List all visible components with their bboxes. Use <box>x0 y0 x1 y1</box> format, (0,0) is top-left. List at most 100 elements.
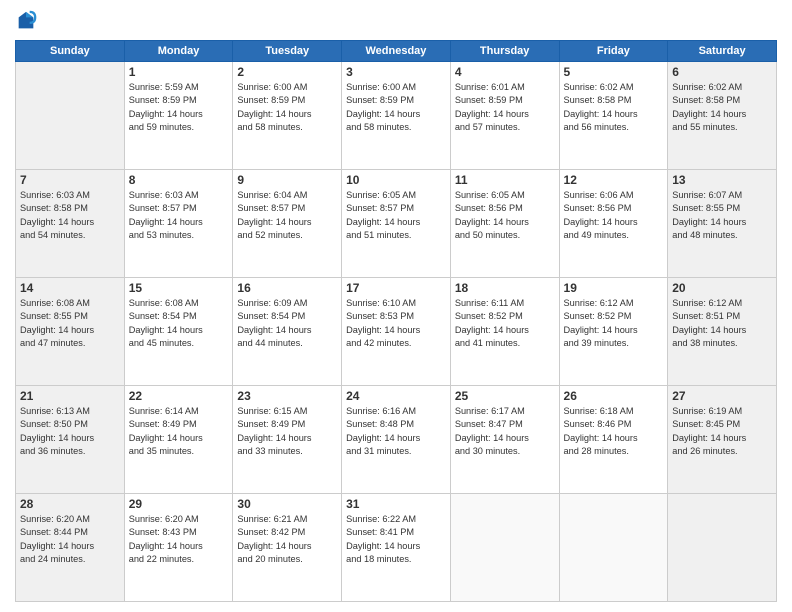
day-number: 29 <box>129 497 229 511</box>
calendar-cell: 17 Sunrise: 6:10 AMSunset: 8:53 PMDayligh… <box>342 278 451 386</box>
logo-icon <box>15 10 37 32</box>
day-info: Sunrise: 6:00 AMSunset: 8:59 PMDaylight:… <box>237 81 337 134</box>
day-number: 1 <box>129 65 229 79</box>
day-number: 16 <box>237 281 337 295</box>
day-number: 15 <box>129 281 229 295</box>
calendar-cell: 5 Sunrise: 6:02 AMSunset: 8:58 PMDaylight… <box>559 62 668 170</box>
day-info: Sunrise: 6:22 AMSunset: 8:41 PMDaylight:… <box>346 513 446 566</box>
calendar-cell: 25Sunrise: 6:17 AMSunset: 8:47 PMDayligh… <box>450 386 559 494</box>
day-header-monday: Monday <box>124 41 233 62</box>
calendar-cell: 16 Sunrise: 6:09 AMSunset: 8:54 PMDayligh… <box>233 278 342 386</box>
day-info: Sunrise: 6:21 AMSunset: 8:42 PMDaylight:… <box>237 513 337 566</box>
day-info: Sunrise: 6:01 AMSunset: 8:59 PMDaylight:… <box>455 81 555 134</box>
day-header-row: SundayMondayTuesdayWednesdayThursdayFrid… <box>16 41 777 62</box>
calendar-cell: 22 Sunrise: 6:14 AMSunset: 8:49 PMDayligh… <box>124 386 233 494</box>
calendar-cell: 3 Sunrise: 6:00 AMSunset: 8:59 PMDaylight… <box>342 62 451 170</box>
day-info: Sunrise: 6:19 AMSunset: 8:45 PMDaylight:… <box>672 405 772 458</box>
day-info: Sunrise: 6:16 AMSunset: 8:48 PMDaylight:… <box>346 405 446 458</box>
day-info: Sunrise: 6:02 AMSunset: 8:58 PMDaylight:… <box>564 81 664 134</box>
day-info: Sunrise: 6:06 AMSunset: 8:56 PMDaylight:… <box>564 189 664 242</box>
calendar-cell: 12 Sunrise: 6:06 AMSunset: 8:56 PMDayligh… <box>559 170 668 278</box>
calendar-cell: 7Sunrise: 6:03 AMSunset: 8:58 PMDaylight… <box>16 170 125 278</box>
day-info: Sunrise: 6:07 AMSunset: 8:55 PMDaylight:… <box>672 189 772 242</box>
day-header-wednesday: Wednesday <box>342 41 451 62</box>
day-number: 19 <box>564 281 664 295</box>
day-info: Sunrise: 6:10 AMSunset: 8:53 PMDaylight:… <box>346 297 446 350</box>
calendar-cell: 28 Sunrise: 6:20 AMSunset: 8:44 PMDayligh… <box>16 494 125 602</box>
day-number: 30 <box>237 497 337 511</box>
day-number: 7 <box>20 173 120 187</box>
day-number: 28 <box>20 497 120 511</box>
week-row-1: 7Sunrise: 6:03 AMSunset: 8:58 PMDaylight… <box>16 170 777 278</box>
calendar-table: SundayMondayTuesdayWednesdayThursdayFrid… <box>15 40 777 602</box>
day-number: 4 <box>455 65 555 79</box>
day-number: 23 <box>237 389 337 403</box>
day-info: Sunrise: 6:12 AMSunset: 8:52 PMDaylight:… <box>564 297 664 350</box>
week-row-0: 1 Sunrise: 5:59 AMSunset: 8:59 PMDaylight… <box>16 62 777 170</box>
calendar-cell: 8 Sunrise: 6:03 AMSunset: 8:57 PMDaylight… <box>124 170 233 278</box>
day-info: Sunrise: 6:14 AMSunset: 8:49 PMDaylight:… <box>129 405 229 458</box>
day-info: Sunrise: 6:18 AMSunset: 8:46 PMDaylight:… <box>564 405 664 458</box>
day-number: 18 <box>455 281 555 295</box>
day-number: 6 <box>672 65 772 79</box>
day-number: 3 <box>346 65 446 79</box>
calendar-cell: 2 Sunrise: 6:00 AMSunset: 8:59 PMDaylight… <box>233 62 342 170</box>
calendar-cell: 27 Sunrise: 6:19 AMSunset: 8:45 PMDayligh… <box>668 386 777 494</box>
day-header-thursday: Thursday <box>450 41 559 62</box>
header <box>15 10 777 32</box>
day-info: Sunrise: 6:00 AMSunset: 8:59 PMDaylight:… <box>346 81 446 134</box>
day-number: 11 <box>455 173 555 187</box>
day-number: 22 <box>129 389 229 403</box>
week-row-4: 28 Sunrise: 6:20 AMSunset: 8:44 PMDayligh… <box>16 494 777 602</box>
day-number: 26 <box>564 389 664 403</box>
calendar-cell: 21 Sunrise: 6:13 AMSunset: 8:50 PMDayligh… <box>16 386 125 494</box>
day-info: Sunrise: 6:20 AMSunset: 8:44 PMDaylight:… <box>20 513 120 566</box>
calendar-cell <box>16 62 125 170</box>
day-header-saturday: Saturday <box>668 41 777 62</box>
calendar-cell: 31 Sunrise: 6:22 AMSunset: 8:41 PMDayligh… <box>342 494 451 602</box>
day-number: 14 <box>20 281 120 295</box>
day-info: Sunrise: 6:04 AMSunset: 8:57 PMDaylight:… <box>237 189 337 242</box>
day-info: Sunrise: 5:59 AMSunset: 8:59 PMDaylight:… <box>129 81 229 134</box>
day-info: Sunrise: 6:17 AMSunset: 8:47 PMDaylight:… <box>455 405 555 458</box>
calendar-cell <box>450 494 559 602</box>
calendar-cell: 19 Sunrise: 6:12 AMSunset: 8:52 PMDayligh… <box>559 278 668 386</box>
logo <box>15 10 41 32</box>
calendar-cell: 15Sunrise: 6:08 AMSunset: 8:54 PMDayligh… <box>124 278 233 386</box>
calendar-cell: 30 Sunrise: 6:21 AMSunset: 8:42 PMDayligh… <box>233 494 342 602</box>
day-info: Sunrise: 6:05 AMSunset: 8:57 PMDaylight:… <box>346 189 446 242</box>
day-number: 8 <box>129 173 229 187</box>
calendar-cell: 18Sunrise: 6:11 AMSunset: 8:52 PMDayligh… <box>450 278 559 386</box>
day-info: Sunrise: 6:08 AMSunset: 8:55 PMDaylight:… <box>20 297 120 350</box>
calendar-cell: 14 Sunrise: 6:08 AMSunset: 8:55 PMDayligh… <box>16 278 125 386</box>
calendar-cell: 23Sunrise: 6:15 AMSunset: 8:49 PMDayligh… <box>233 386 342 494</box>
day-info: Sunrise: 6:20 AMSunset: 8:43 PMDaylight:… <box>129 513 229 566</box>
week-row-2: 14 Sunrise: 6:08 AMSunset: 8:55 PMDayligh… <box>16 278 777 386</box>
day-number: 17 <box>346 281 446 295</box>
day-number: 5 <box>564 65 664 79</box>
calendar-cell: 13 Sunrise: 6:07 AMSunset: 8:55 PMDayligh… <box>668 170 777 278</box>
day-header-sunday: Sunday <box>16 41 125 62</box>
day-number: 2 <box>237 65 337 79</box>
calendar-cell: 20Sunrise: 6:12 AMSunset: 8:51 PMDayligh… <box>668 278 777 386</box>
day-number: 21 <box>20 389 120 403</box>
day-number: 13 <box>672 173 772 187</box>
day-info: Sunrise: 6:09 AMSunset: 8:54 PMDaylight:… <box>237 297 337 350</box>
day-info: Sunrise: 6:02 AMSunset: 8:58 PMDaylight:… <box>672 81 772 134</box>
calendar-cell: 9Sunrise: 6:04 AMSunset: 8:57 PMDaylight… <box>233 170 342 278</box>
day-number: 12 <box>564 173 664 187</box>
calendar-cell: 6 Sunrise: 6:02 AMSunset: 8:58 PMDaylight… <box>668 62 777 170</box>
day-number: 24 <box>346 389 446 403</box>
day-number: 10 <box>346 173 446 187</box>
day-info: Sunrise: 6:13 AMSunset: 8:50 PMDaylight:… <box>20 405 120 458</box>
calendar-cell: 24 Sunrise: 6:16 AMSunset: 8:48 PMDayligh… <box>342 386 451 494</box>
day-number: 20 <box>672 281 772 295</box>
calendar-cell: 11Sunrise: 6:05 AMSunset: 8:56 PMDayligh… <box>450 170 559 278</box>
calendar-cell <box>559 494 668 602</box>
day-number: 31 <box>346 497 446 511</box>
calendar-cell: 10 Sunrise: 6:05 AMSunset: 8:57 PMDayligh… <box>342 170 451 278</box>
calendar-cell: 26 Sunrise: 6:18 AMSunset: 8:46 PMDayligh… <box>559 386 668 494</box>
day-info: Sunrise: 6:03 AMSunset: 8:57 PMDaylight:… <box>129 189 229 242</box>
calendar-page: SundayMondayTuesdayWednesdayThursdayFrid… <box>0 0 792 612</box>
day-number: 27 <box>672 389 772 403</box>
